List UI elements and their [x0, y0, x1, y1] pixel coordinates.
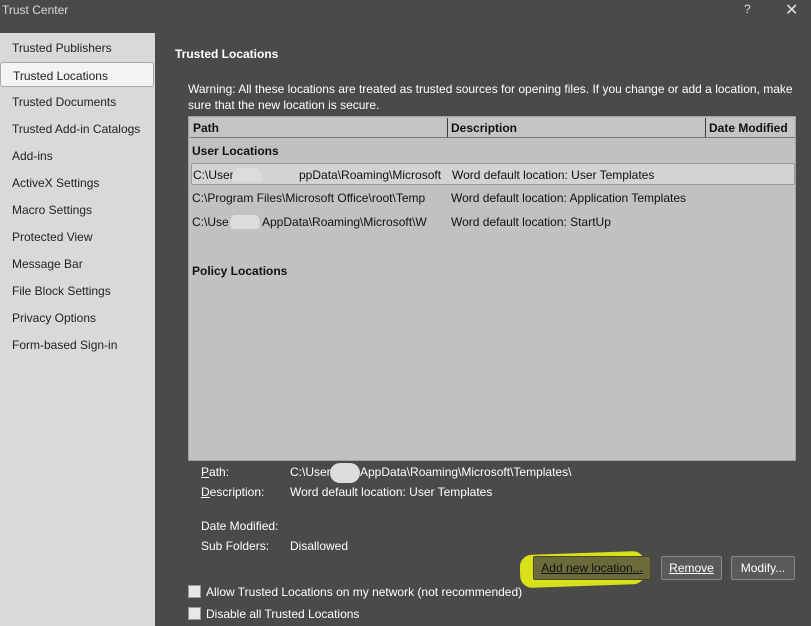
sidebar: Trusted Publishers Trusted Locations Tru…: [0, 33, 155, 626]
sidebar-item-protected-view[interactable]: Protected View: [0, 224, 154, 249]
column-header-description[interactable]: Description: [448, 118, 707, 138]
detail-description-label: Description:: [201, 485, 265, 499]
remove-button[interactable]: Remove: [661, 556, 722, 580]
group-label-policy-locations: Policy Locations: [192, 264, 288, 278]
window-title: Trust Center: [2, 3, 69, 17]
sidebar-item-privacy-options[interactable]: Privacy Options: [0, 305, 154, 330]
sidebar-item-addins[interactable]: Add-ins: [0, 143, 154, 168]
checkbox-box[interactable]: [188, 607, 201, 620]
detail-path-label: Path:: [201, 465, 230, 479]
column-header-path[interactable]: Path: [190, 118, 449, 138]
checkbox-box[interactable]: [188, 585, 201, 598]
sidebar-item-trusted-addin-catalogs[interactable]: Trusted Add-in Catalogs: [0, 116, 154, 141]
modify-button[interactable]: Modify...: [731, 556, 795, 580]
redaction-blur: [230, 215, 260, 229]
help-button[interactable]: ?: [744, 2, 751, 16]
redaction-blur: [330, 463, 360, 483]
sidebar-item-form-based-sign-in[interactable]: Form-based Sign-in: [0, 332, 154, 357]
checkbox-label: Allow Trusted Locations on my network (n…: [206, 585, 523, 599]
column-header-date-modified[interactable]: Date Modified: [706, 118, 795, 138]
detail-date-modified-label: Date Modified:: [201, 519, 279, 533]
group-label-user-locations: User Locations: [192, 144, 279, 158]
list-row[interactable]: C:\Use AppData\Roaming\Microsoft\W Word d…: [191, 211, 795, 233]
sidebar-item-message-bar[interactable]: Message Bar: [0, 251, 154, 276]
sidebar-item-file-block-settings[interactable]: File Block Settings: [0, 278, 154, 303]
allow-network-locations-checkbox[interactable]: Allow Trusted Locations on my network (n…: [188, 585, 588, 603]
sidebar-item-trusted-publishers[interactable]: Trusted Publishers: [0, 35, 154, 60]
row-path: C:\Program Files\Microsoft Office\root\T…: [192, 191, 426, 205]
detail-sub-folders-label: Sub Folders:: [201, 539, 270, 553]
redaction-blur: [232, 168, 262, 182]
section-title: Trusted Locations: [175, 47, 279, 61]
sidebar-item-trusted-documents[interactable]: Trusted Documents: [0, 89, 154, 114]
warning-text: Warning: All these locations are treated…: [188, 82, 793, 112]
row-path: C:\UserppData\Roaming\Microsoft\Te: [193, 168, 441, 182]
row-description: Word default location: StartUp: [451, 215, 611, 229]
sidebar-item-trusted-locations[interactable]: Trusted Locations: [0, 62, 154, 87]
trusted-locations-list[interactable]: Path Description Date Modified User Loca…: [188, 116, 796, 461]
row-description: Word default location: User Templates: [452, 168, 655, 182]
close-button[interactable]: ✕: [785, 0, 798, 20]
sidebar-item-activex-settings[interactable]: ActiveX Settings: [0, 170, 154, 195]
add-new-location-button[interactable]: Add new location...: [533, 556, 651, 580]
list-row[interactable]: C:\Program Files\Microsoft Office\root\T…: [191, 187, 795, 209]
row-path: C:\Use AppData\Roaming\Microsoft\W: [192, 215, 440, 229]
disable-trusted-locations-checkbox[interactable]: Disable all Trusted Locations: [188, 607, 438, 625]
detail-path-value: C:\User AppData\Roaming\Microsoft\Templa…: [290, 463, 571, 483]
detail-description-value: Word default location: User Templates: [290, 485, 493, 499]
detail-sub-folders-value: Disallowed: [290, 539, 349, 553]
sidebar-item-macro-settings[interactable]: Macro Settings: [0, 197, 154, 222]
title-bar: Trust Center ? ✕: [0, 0, 811, 22]
checkbox-label: Disable all Trusted Locations: [206, 607, 360, 621]
list-row[interactable]: C:\UserppData\Roaming\Microsoft\Te Word …: [191, 163, 795, 185]
row-description: Word default location: Application Templ…: [451, 191, 687, 205]
